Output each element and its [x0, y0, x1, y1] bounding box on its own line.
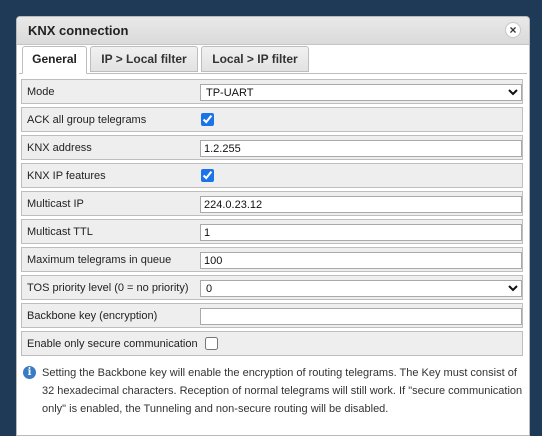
row-multicast-ttl: Multicast TTL: [21, 219, 523, 244]
close-icon[interactable]: ×: [505, 22, 521, 38]
max-queue-label: Maximum telegrams in queue: [27, 254, 172, 266]
row-mode: Mode TP-UART: [21, 79, 523, 104]
dialog-titlebar[interactable]: KNX connection ×: [17, 17, 529, 45]
row-secure-only: Enable only secure communication: [21, 331, 523, 356]
multicast-ttl-input[interactable]: [200, 224, 522, 241]
knx-ip-features-label: KNX IP features: [27, 170, 106, 182]
row-ack-all: ACK all group telegrams: [21, 107, 523, 132]
row-backbone-key: Backbone key (encryption): [21, 303, 523, 328]
tab-ip-local-filter[interactable]: IP > Local filter: [90, 46, 198, 72]
row-knx-ip-features: KNX IP features: [21, 163, 523, 188]
info-box: i Setting the Backbone key will enable t…: [21, 364, 523, 418]
knx-connection-dialog: KNX connection × General IP > Local filt…: [16, 16, 530, 436]
backbone-key-input[interactable]: [200, 308, 522, 325]
info-text: Setting the Backbone key will enable the…: [42, 367, 523, 415]
info-icon: i: [23, 366, 36, 379]
secure-only-label: Enable only secure communication: [27, 338, 198, 350]
tab-bar: General IP > Local filter Local > IP fil…: [19, 45, 527, 74]
mode-label: Mode: [27, 86, 55, 98]
knx-address-label: KNX address: [27, 142, 92, 154]
multicast-ip-input[interactable]: [200, 196, 522, 213]
tos-priority-select[interactable]: 0: [200, 280, 522, 297]
knx-address-input[interactable]: [200, 140, 522, 157]
multicast-ttl-label: Multicast TTL: [27, 226, 93, 238]
tab-general[interactable]: General: [22, 46, 87, 74]
row-max-queue: Maximum telegrams in queue: [21, 247, 523, 272]
multicast-ip-label: Multicast IP: [27, 198, 84, 210]
mode-select[interactable]: TP-UART: [200, 84, 522, 101]
secure-only-checkbox[interactable]: [205, 337, 218, 350]
max-queue-input[interactable]: [200, 252, 522, 269]
ack-all-checkbox[interactable]: [201, 113, 214, 126]
dialog-title: KNX connection: [28, 23, 129, 38]
tos-priority-label: TOS priority level (0 = no priority): [27, 282, 189, 294]
tab-local-ip-filter[interactable]: Local > IP filter: [201, 46, 309, 72]
row-knx-address: KNX address: [21, 135, 523, 160]
backbone-key-label: Backbone key (encryption): [27, 310, 158, 322]
ack-all-label: ACK all group telegrams: [27, 114, 147, 126]
knx-ip-features-checkbox[interactable]: [201, 169, 214, 182]
row-multicast-ip: Multicast IP: [21, 191, 523, 216]
row-tos-priority: TOS priority level (0 = no priority) 0: [21, 275, 523, 300]
general-form: Mode TP-UART ACK all group telegrams KNX…: [21, 79, 523, 359]
